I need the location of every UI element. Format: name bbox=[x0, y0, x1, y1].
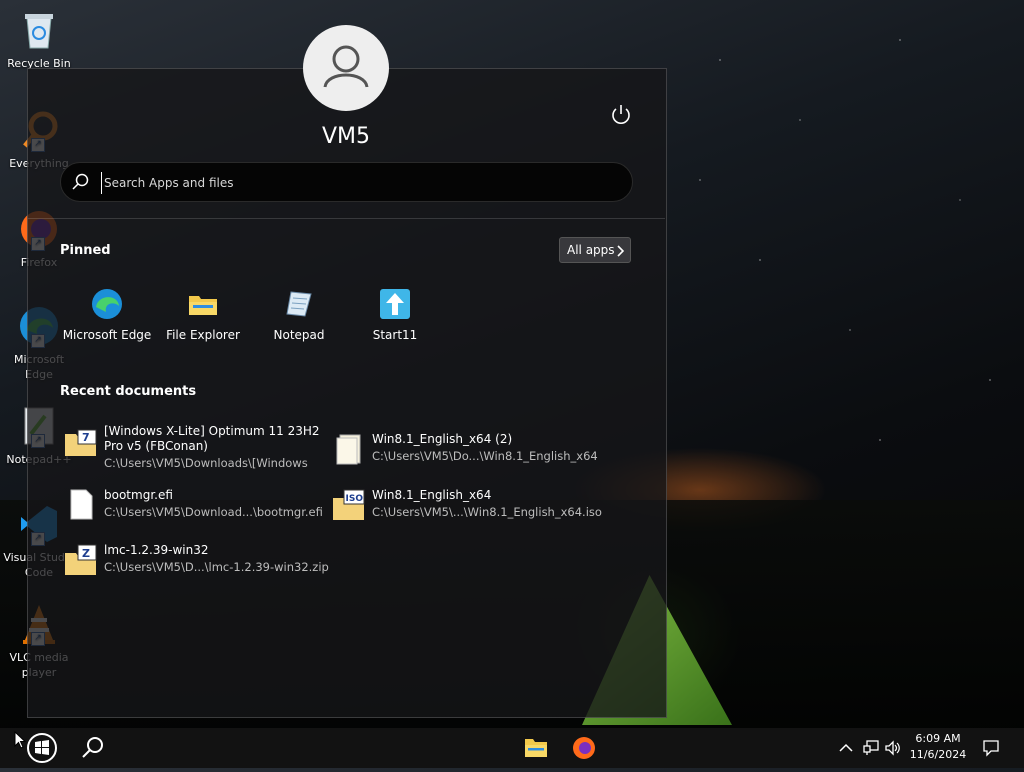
recent-item-path: C:\Users\VM5\Do...\Win8.1_English_x64 bbox=[372, 449, 598, 463]
clock-date: 11/6/2024 bbox=[909, 748, 967, 761]
pinned-app-start11[interactable]: Start11 bbox=[349, 288, 441, 342]
pinned-app-microsoft-edge[interactable]: Microsoft Edge bbox=[61, 288, 153, 342]
search-icon bbox=[82, 737, 103, 758]
recent-item[interactable]: ISO Win8.1_English_x64 C:\Users\VM5\...\… bbox=[332, 488, 602, 522]
all-apps-button[interactable]: All apps bbox=[559, 237, 631, 263]
user-icon bbox=[323, 45, 369, 88]
pinned-app-label: File Explorer bbox=[166, 328, 240, 342]
pinned-app-file-explorer[interactable]: File Explorer bbox=[157, 288, 249, 342]
windows-logo-icon bbox=[27, 733, 57, 763]
recent-item[interactable]: Z lmc-1.2.39-win32 C:\Users\VM5\D...\lmc… bbox=[64, 543, 329, 577]
pinned-app-notepad[interactable]: Notepad bbox=[253, 288, 345, 342]
user-name: VM5 bbox=[321, 124, 371, 149]
taskbar-firefox[interactable] bbox=[564, 728, 604, 768]
recent-item-name: bootmgr.efi bbox=[104, 488, 173, 502]
taskbar: 6:09 AM 11/6/2024 bbox=[0, 728, 1024, 768]
recent-item[interactable]: Win8.1_English_x64 (2) C:\Users\VM5\Do..… bbox=[332, 432, 598, 466]
svg-text:Z: Z bbox=[82, 547, 90, 560]
zip-archive-icon: Z bbox=[64, 543, 98, 577]
start-button[interactable] bbox=[22, 728, 62, 768]
recent-item-name: Win8.1_English_x64 bbox=[372, 488, 492, 502]
mouse-cursor-icon bbox=[14, 731, 26, 749]
power-button[interactable] bbox=[609, 102, 633, 126]
notepad-icon bbox=[283, 288, 315, 320]
recent-item[interactable]: bootmgr.efi C:\Users\VM5\Download...\boo… bbox=[64, 488, 323, 522]
recent-documents-title: Recent documents bbox=[60, 384, 197, 399]
recent-item-name: Win8.1_English_x64 (2) bbox=[372, 432, 513, 446]
clock-time: 6:09 AM bbox=[915, 732, 961, 745]
blank-file-icon bbox=[64, 488, 98, 522]
all-apps-label: All apps bbox=[567, 243, 615, 257]
chevron-right-icon bbox=[617, 245, 624, 257]
recent-item-path: C:\Users\VM5\Downloads\[Windows bbox=[104, 456, 308, 470]
7zip-archive-icon: 7 bbox=[64, 424, 98, 458]
recycle-bin-icon bbox=[17, 8, 61, 52]
folder-icon bbox=[525, 739, 547, 757]
user-avatar[interactable] bbox=[303, 25, 389, 111]
taskbar-clock[interactable]: 6:09 AM 11/6/2024 bbox=[903, 731, 973, 763]
taskbar-file-explorer[interactable] bbox=[516, 728, 556, 768]
search-icon bbox=[72, 173, 89, 190]
volume-icon[interactable] bbox=[884, 739, 902, 757]
pinned-app-label: Microsoft Edge bbox=[62, 328, 152, 342]
network-icon[interactable] bbox=[862, 739, 880, 757]
pinned-app-label: Start11 bbox=[372, 328, 418, 342]
firefox-icon bbox=[573, 737, 595, 759]
search-box[interactable] bbox=[60, 162, 633, 202]
recent-item-path: C:\Users\VM5\...\Win8.1_English_x64.iso bbox=[372, 505, 602, 519]
chevron-up-icon[interactable] bbox=[838, 740, 854, 756]
power-icon bbox=[612, 105, 630, 124]
svg-text:ISO: ISO bbox=[346, 494, 364, 504]
folder-icon bbox=[187, 288, 219, 320]
svg-text:7: 7 bbox=[82, 431, 90, 444]
start11-icon bbox=[379, 288, 411, 320]
notification-icon[interactable] bbox=[982, 739, 1000, 757]
recent-item-name: [Windows X-Lite] Optimum 11 23H2 Pro v5 … bbox=[104, 424, 320, 453]
file-icon bbox=[332, 432, 366, 466]
edge-icon bbox=[91, 288, 123, 320]
taskbar-search-button[interactable] bbox=[73, 728, 113, 768]
search-input[interactable] bbox=[101, 172, 606, 194]
recent-item-name: lmc-1.2.39-win32 bbox=[104, 543, 209, 557]
pinned-title: Pinned bbox=[60, 243, 111, 258]
start-menu-divider bbox=[28, 218, 665, 219]
recent-item[interactable]: 7 [Windows X-Lite] Optimum 11 23H2 Pro v… bbox=[64, 424, 320, 470]
recent-item-path: C:\Users\VM5\D...\lmc-1.2.39-win32.zip bbox=[104, 560, 329, 574]
desktop-icon-recycle-bin[interactable]: Recycle Bin bbox=[0, 8, 78, 71]
pinned-app-label: Notepad bbox=[273, 328, 325, 342]
recent-item-path: C:\Users\VM5\Download...\bootmgr.efi bbox=[104, 505, 323, 519]
iso-archive-icon: ISO bbox=[332, 488, 366, 522]
